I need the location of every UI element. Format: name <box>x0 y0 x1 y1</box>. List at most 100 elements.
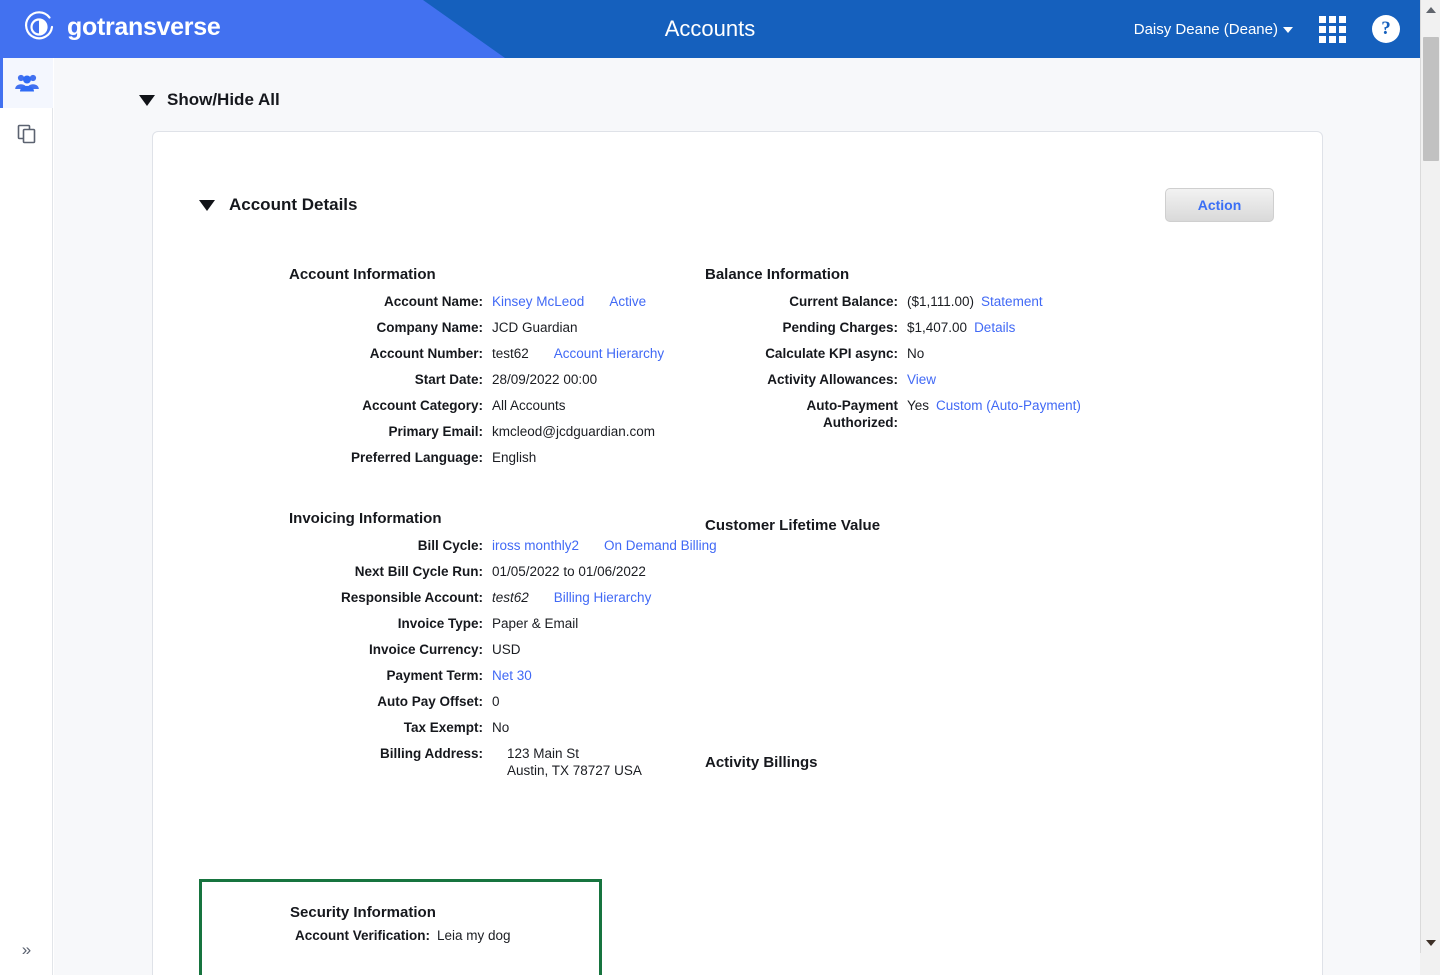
activity-billings-title: Activity Billings <box>705 754 818 771</box>
field-account-number: Account Number: test62 Account Hierarchy <box>289 345 693 362</box>
field-value: Paper & Email <box>492 616 579 631</box>
field-responsible-account: Responsible Account: test62 Billing Hier… <box>289 589 693 606</box>
auto-payment-label-line2: Authorized: <box>823 415 898 430</box>
field-label: Invoice Currency: <box>368 642 483 657</box>
field-label: Account Number: <box>369 346 483 361</box>
show-hide-all-toggle[interactable]: Show/Hide All <box>139 90 1420 110</box>
sidebar-item-documents[interactable] <box>0 108 53 158</box>
field-label: Activity Allowances: <box>767 372 898 387</box>
field-invoice-type: Invoice Type: Paper & Email <box>289 615 693 632</box>
scrollbar-thumb[interactable] <box>1423 37 1439 161</box>
sidebar-item-accounts[interactable] <box>0 58 53 108</box>
auto-payment-custom-link[interactable]: Custom (Auto-Payment) <box>936 397 1081 414</box>
header-actions: Daisy Deane (Deane) ? <box>1134 0 1400 58</box>
field-auto-pay-offset: Auto Pay Offset: 0 <box>289 693 693 710</box>
field-pending-charges: Pending Charges: $1,407.00 Details <box>705 319 1253 336</box>
scrollbar-corner <box>1420 953 1440 975</box>
customer-lifetime-value-title: Customer Lifetime Value <box>705 517 881 534</box>
pending-charges-value: $1,407.00 <box>907 320 968 335</box>
security-information-title: Security Information <box>290 904 436 921</box>
field-calculate-kpi-async: Calculate KPI async: No <box>705 345 1253 362</box>
field-current-balance: Current Balance: ($1,111.00) Statement <box>705 293 1253 310</box>
user-menu[interactable]: Daisy Deane (Deane) <box>1134 21 1293 38</box>
field-value: 0 <box>492 694 500 709</box>
people-icon <box>14 74 39 92</box>
scroll-down-arrow-icon[interactable] <box>1421 933 1440 953</box>
apps-grid-icon[interactable] <box>1319 15 1346 43</box>
field-label: Account Name: <box>383 294 483 309</box>
field-label: Calculate KPI async: <box>765 346 898 361</box>
billing-address-line2: Austin, TX 78727 USA <box>507 763 642 778</box>
billing-address-line1: 123 Main St <box>507 746 580 761</box>
field-value: 28/09/2022 00:00 <box>492 372 598 387</box>
field-label: Current Balance: <box>789 294 898 309</box>
field-value: Kinsey McLeod Active <box>490 293 646 310</box>
details-link[interactable]: Details <box>974 319 1015 336</box>
details-columns: Account Information Account Name: Kinsey… <box>153 222 1322 788</box>
field-value: English <box>492 450 537 465</box>
responsible-account-value: test62 <box>492 590 529 605</box>
field-label: Preferred Language: <box>350 450 483 465</box>
field-next-bill-cycle-run: Next Bill Cycle Run: 01/05/2022 to 01/06… <box>289 563 693 580</box>
activity-allowances-view-link[interactable]: View <box>907 371 936 388</box>
field-preferred-language: Preferred Language: English <box>289 449 693 466</box>
field-label: Start Date: <box>414 372 483 387</box>
field-value: Yes Custom (Auto-Payment) <box>905 397 1081 414</box>
help-icon[interactable]: ? <box>1372 15 1400 43</box>
field-start-date: Start Date: 28/09/2022 00:00 <box>289 371 693 388</box>
field-company-name: Company Name: JCD Guardian <box>289 319 693 336</box>
field-payment-term: Payment Term: Net 30 <box>289 667 693 684</box>
action-button[interactable]: Action <box>1165 188 1274 222</box>
field-label: Account Verification: <box>294 928 430 943</box>
field-label: Bill Cycle: <box>417 538 483 553</box>
account-details-title: Account Details <box>229 195 358 214</box>
statement-link[interactable]: Statement <box>981 293 1043 310</box>
current-balance-value: ($1,111.00) <box>907 294 975 309</box>
account-number-value: test62 <box>492 346 529 361</box>
vertical-scrollbar[interactable] <box>1420 0 1440 953</box>
field-account-verification: Account Verification: Leia my dog <box>202 927 599 944</box>
left-rail: » <box>0 58 53 975</box>
field-value: iross monthly2 On Demand Billing <box>490 537 717 554</box>
account-status-link[interactable]: Active <box>609 293 646 310</box>
account-name-link[interactable]: Kinsey McLeod <box>492 293 584 310</box>
rail-expand-button[interactable]: » <box>0 930 53 970</box>
left-column: Account Information Account Name: Kinsey… <box>153 222 717 788</box>
field-primary-email: Primary Email: kmcleod@jcdguardian.com <box>289 423 693 440</box>
field-label: Auto-Payment Authorized: <box>705 397 905 431</box>
billing-hierarchy-link[interactable]: Billing Hierarchy <box>554 589 652 606</box>
brand-name: gotransverse <box>67 13 221 41</box>
field-billing-address: Billing Address: 123 Main St Austin, TX … <box>289 745 693 779</box>
field-value: JCD Guardian <box>492 320 578 335</box>
field-label: Tax Exempt: <box>403 720 483 735</box>
right-column: Balance Information Current Balance: ($1… <box>693 222 1253 788</box>
field-value: 123 Main St Austin, TX 78727 USA <box>490 745 642 779</box>
field-label: Next Bill Cycle Run: <box>354 564 483 579</box>
field-label: Pending Charges: <box>782 320 898 335</box>
field-bill-cycle: Bill Cycle: iross monthly2 On Demand Bil… <box>289 537 717 554</box>
field-value: ($1,111.00) Statement <box>905 293 1043 310</box>
brand: gotransverse <box>22 10 221 44</box>
triangle-down-icon <box>199 199 215 211</box>
field-tax-exempt: Tax Exempt: No <box>289 719 693 736</box>
payment-term-link[interactable]: Net 30 <box>492 667 532 684</box>
account-hierarchy-link[interactable]: Account Hierarchy <box>554 345 664 362</box>
field-label: Auto Pay Offset: <box>377 694 483 709</box>
field-value: No <box>907 346 925 361</box>
balance-information-title: Balance Information <box>705 266 850 283</box>
scroll-up-arrow-icon[interactable] <box>1421 0 1440 20</box>
field-account-category: Account Category: All Accounts <box>289 397 693 414</box>
field-value: test62 Account Hierarchy <box>490 345 664 362</box>
security-information-box: Security Information Account Verificatio… <box>199 879 602 975</box>
account-details-header: Account Details Action <box>153 132 1322 222</box>
main-content: Show/Hide All Account Details Action Acc… <box>54 58 1420 975</box>
field-activity-allowances: Activity Allowances: View <box>705 371 1253 388</box>
auto-payment-label-line1: Auto-Payment <box>806 398 898 413</box>
bill-cycle-link[interactable]: iross monthly2 <box>492 537 579 554</box>
account-details-toggle[interactable]: Account Details <box>199 195 357 215</box>
field-label: Company Name: <box>376 320 483 335</box>
field-value: All Accounts <box>492 398 566 413</box>
account-details-card: Account Details Action Account Informati… <box>152 131 1323 975</box>
field-value: View <box>905 371 936 388</box>
invoicing-information-title: Invoicing Information <box>289 510 442 527</box>
